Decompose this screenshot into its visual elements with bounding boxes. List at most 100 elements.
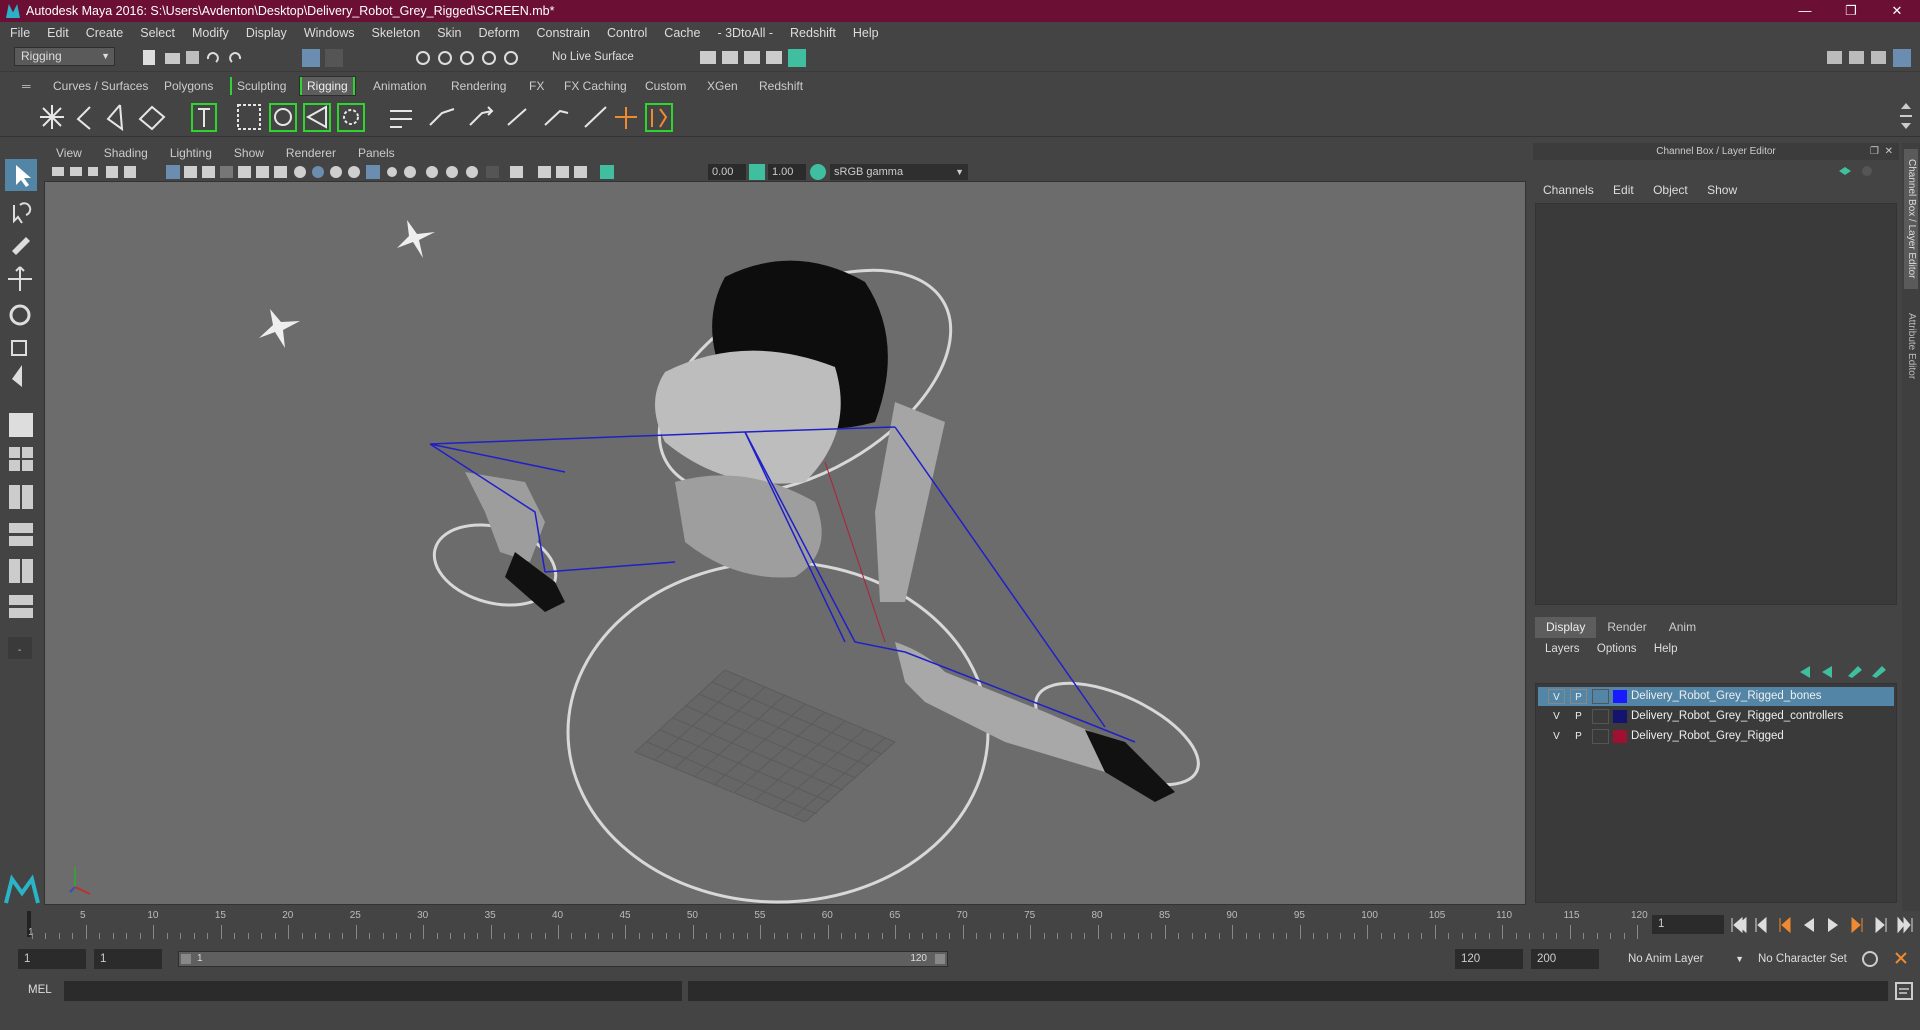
viewport-menu-renderer[interactable]: Renderer — [286, 146, 336, 160]
live-surface-field[interactable]: No Live Surface — [552, 48, 648, 66]
channel-box-area[interactable] — [1535, 203, 1897, 605]
layer-action-icons[interactable] — [1796, 662, 1891, 680]
layer-menu-layers[interactable]: Layers — [1545, 643, 1580, 655]
viewport-menu-shading[interactable]: Shading — [104, 146, 148, 160]
time-slider[interactable]: 1 5 10 15 20 25 30 35 40 45 50 55 60 65 70 75 80 85 90 95 1… — [22, 907, 1648, 939]
minimize-button[interactable]: — — [1782, 0, 1828, 22]
autokey-icons[interactable] — [1860, 949, 1916, 969]
menu-modify[interactable]: Modify — [192, 26, 229, 40]
playback-toggle[interactable]: P — [1570, 729, 1587, 744]
scene-canvas[interactable]: persp — [45, 182, 1525, 904]
range-slider[interactable]: 1 120 — [178, 951, 948, 967]
exposure-field[interactable]: 0.00 — [708, 164, 746, 180]
viewport-menu-lighting[interactable]: Lighting — [170, 146, 212, 160]
shelf-scroll-icons[interactable] — [1896, 99, 1916, 135]
menu-cache[interactable]: Cache — [664, 26, 700, 40]
menu-file[interactable]: File — [10, 26, 30, 40]
panel-toggle-icons[interactable] — [1825, 47, 1920, 69]
anim-layer-dropdown[interactable]: No Anim Layer ▼ — [1622, 949, 1748, 969]
visibility-toggle[interactable]: V — [1548, 709, 1565, 724]
layer-color-swatch[interactable] — [1613, 730, 1627, 743]
tab-rendering[interactable]: Rendering — [446, 77, 511, 95]
float-icon[interactable]: ❐ — [1870, 143, 1879, 160]
playback-end-field[interactable]: 120 — [1455, 949, 1523, 969]
layer-menu-help[interactable]: Help — [1654, 643, 1678, 655]
menu-control[interactable]: Control — [607, 26, 647, 40]
layer-color-swatch[interactable] — [1613, 690, 1627, 703]
character-set-dropdown[interactable]: No Character Set — [1752, 949, 1868, 969]
playback-toggle[interactable]: P — [1570, 709, 1587, 724]
viewport-menu-panels[interactable]: Panels — [358, 146, 395, 160]
viewport-toolbar-icons[interactable] — [48, 163, 678, 181]
display-type-toggle[interactable] — [1592, 709, 1609, 724]
color-management-icon[interactable] — [810, 164, 826, 180]
menu-help[interactable]: Help — [853, 26, 879, 40]
menu-skeleton[interactable]: Skeleton — [372, 26, 421, 40]
start-time-field[interactable]: 1 — [18, 949, 86, 969]
tab-fx[interactable]: FX — [524, 77, 549, 95]
channel-menu-object[interactable]: Object — [1653, 183, 1688, 197]
tab-display[interactable]: Display — [1535, 617, 1597, 638]
rigging-shelf-icons[interactable] — [40, 99, 690, 135]
color-space-dropdown[interactable]: sRGB gamma ▼ — [830, 164, 968, 180]
display-type-toggle[interactable] — [1592, 729, 1609, 744]
channel-menu-channels[interactable]: Channels — [1543, 183, 1594, 197]
viewport-menu-show[interactable]: Show — [234, 146, 264, 160]
exposure-value: 0.00 — [712, 166, 734, 178]
layer-row[interactable]: V P Delivery_Robot_Grey_Rigged_controlle… — [1538, 707, 1894, 726]
tab-custom[interactable]: Custom — [640, 77, 691, 95]
layer-menu-options[interactable]: Options — [1597, 643, 1637, 655]
tab-anim[interactable]: Anim — [1658, 617, 1707, 638]
layer-row[interactable]: V P Delivery_Robot_Grey_Rigged_bones — [1538, 687, 1894, 706]
menu-redshift[interactable]: Redshift — [790, 26, 836, 40]
channel-menu-edit[interactable]: Edit — [1613, 183, 1634, 197]
gamma-field[interactable]: 1.00 — [768, 164, 806, 180]
tab-polygons[interactable]: Polygons — [159, 77, 218, 95]
visibility-toggle[interactable]: V — [1548, 729, 1565, 744]
close-icon[interactable]: ✕ — [1885, 143, 1893, 160]
menu-constrain[interactable]: Constrain — [537, 26, 591, 40]
range-slider-bar: 1 1 1 120 120 200 No Anim Layer ▼ No Cha… — [0, 945, 1920, 973]
channel-menu-show[interactable]: Show — [1707, 183, 1737, 197]
end-time-field[interactable]: 200 — [1531, 949, 1599, 969]
channel-box-toggle-icons[interactable] — [1835, 163, 1885, 179]
tab-animation[interactable]: Animation — [368, 77, 431, 95]
shelf-menu-icon[interactable]: ═ — [22, 79, 31, 93]
command-language-label[interactable]: MEL — [28, 984, 52, 996]
display-type-toggle[interactable] — [1592, 689, 1609, 704]
tab-fx-caching[interactable]: FX Caching — [559, 77, 632, 95]
menu-create[interactable]: Create — [86, 26, 124, 40]
range-start-handle[interactable] — [181, 954, 191, 964]
menu-select[interactable]: Select — [140, 26, 175, 40]
range-end-handle[interactable] — [935, 954, 945, 964]
command-input[interactable] — [64, 981, 682, 1001]
tab-xgen[interactable]: XGen — [702, 77, 743, 95]
tab-sculpting[interactable]: Sculpting — [230, 77, 291, 95]
tab-curves-surfaces[interactable]: Curves / Surfaces — [48, 77, 153, 95]
close-button[interactable]: ✕ — [1874, 0, 1920, 22]
visibility-toggle[interactable]: V — [1548, 689, 1565, 704]
layer-row[interactable]: V P Delivery_Robot_Grey_Rigged — [1538, 727, 1894, 746]
menu-deform[interactable]: Deform — [479, 26, 520, 40]
menu-display[interactable]: Display — [246, 26, 287, 40]
side-tab-channel-box[interactable]: Channel Box / Layer Editor — [1904, 149, 1918, 289]
maximize-button[interactable]: ❐ — [1828, 0, 1874, 22]
script-editor-icon[interactable] — [1894, 981, 1914, 1001]
tab-rigging[interactable]: Rigging — [299, 76, 356, 96]
menu-windows[interactable]: Windows — [304, 26, 355, 40]
menu-edit[interactable]: Edit — [47, 26, 69, 40]
playback-toggle[interactable]: P — [1570, 689, 1587, 704]
viewport-3d[interactable]: persp — [44, 143, 1526, 905]
playback-start-field[interactable]: 1 — [94, 949, 162, 969]
tab-render[interactable]: Render — [1596, 617, 1657, 638]
viewport-menu-view[interactable]: View — [56, 146, 82, 160]
tab-redshift[interactable]: Redshift — [754, 77, 808, 95]
menuset-dropdown[interactable]: Rigging ▼ — [14, 47, 115, 66]
side-tab-attribute-editor[interactable]: Attribute Editor — [1904, 303, 1918, 389]
menu-3dtoall[interactable]: - 3DtoAll - — [717, 26, 773, 40]
playback-controls[interactable] — [1728, 914, 1918, 936]
gamma-icon[interactable] — [749, 164, 765, 180]
menu-skin[interactable]: Skin — [437, 26, 461, 40]
current-frame-field[interactable]: 1 — [1652, 915, 1724, 934]
layer-color-swatch[interactable] — [1613, 710, 1627, 723]
